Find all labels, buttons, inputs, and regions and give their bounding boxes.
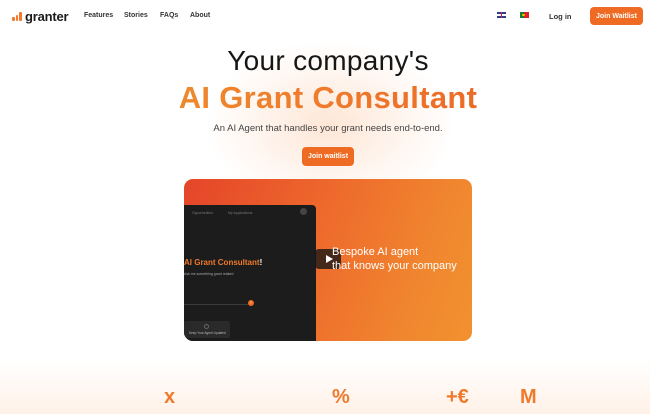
stat-euro: +€ xyxy=(446,386,469,408)
flag-uk-icon[interactable] xyxy=(497,12,506,18)
demo-video[interactable]: Opportunities My Applications AI Grant C… xyxy=(184,179,472,341)
logo-text: granter xyxy=(25,9,69,24)
video-tagline: Bespoke AI agent that knows your company xyxy=(332,246,462,273)
nav-link-faqs[interactable]: FAQs xyxy=(160,12,178,19)
logo[interactable]: granter xyxy=(12,9,69,24)
preview-card-icon xyxy=(204,324,209,329)
login-link[interactable]: Log in xyxy=(549,12,572,21)
hero-subtitle: An AI Agent that handles your grant need… xyxy=(213,123,443,134)
video-tagline-line2: that knows your company xyxy=(332,259,457,272)
hero-join-waitlist-button[interactable]: Join waitlist xyxy=(302,147,354,166)
nav-link-features[interactable]: Features xyxy=(84,12,113,19)
preview-avatar xyxy=(300,208,307,215)
preview-title-text: AI Grant Consultant xyxy=(184,258,260,267)
preview-card-text: Keep Your Agent Updated xyxy=(189,331,226,335)
stats-background xyxy=(0,360,650,414)
hero-title: Your company's xyxy=(227,45,429,76)
app-preview: Opportunities My Applications AI Grant C… xyxy=(184,205,316,341)
preview-tab-opportunities: Opportunities xyxy=(192,211,213,215)
stat-millions: M xyxy=(520,386,537,408)
hero-accent-title: AI Grant Consultant xyxy=(0,80,650,116)
stat-percent: % xyxy=(332,386,350,408)
preview-update-card: Keep Your Agent Updated xyxy=(184,321,230,338)
nav-link-about[interactable]: About xyxy=(190,12,210,19)
preview-title: AI Grant Consultant! xyxy=(184,258,262,267)
logo-icon xyxy=(12,12,22,21)
top-nav: granter Features Stories FAQs About Log … xyxy=(0,0,650,32)
preview-send-icon: › xyxy=(248,300,254,306)
preview-title-tail: ! xyxy=(259,258,263,267)
preview-tab-applications: My Applications xyxy=(228,211,253,215)
preview-input-line xyxy=(184,304,250,305)
nav-link-stories[interactable]: Stories xyxy=(124,12,148,19)
stat-multiplier: x xyxy=(164,386,176,408)
preview-prompt-text: Ask me something grant related xyxy=(184,272,234,276)
video-tagline-line1: Bespoke AI agent xyxy=(332,246,419,258)
join-waitlist-button[interactable]: Join Waitlist xyxy=(590,7,643,25)
flag-pt-icon[interactable] xyxy=(520,12,529,18)
